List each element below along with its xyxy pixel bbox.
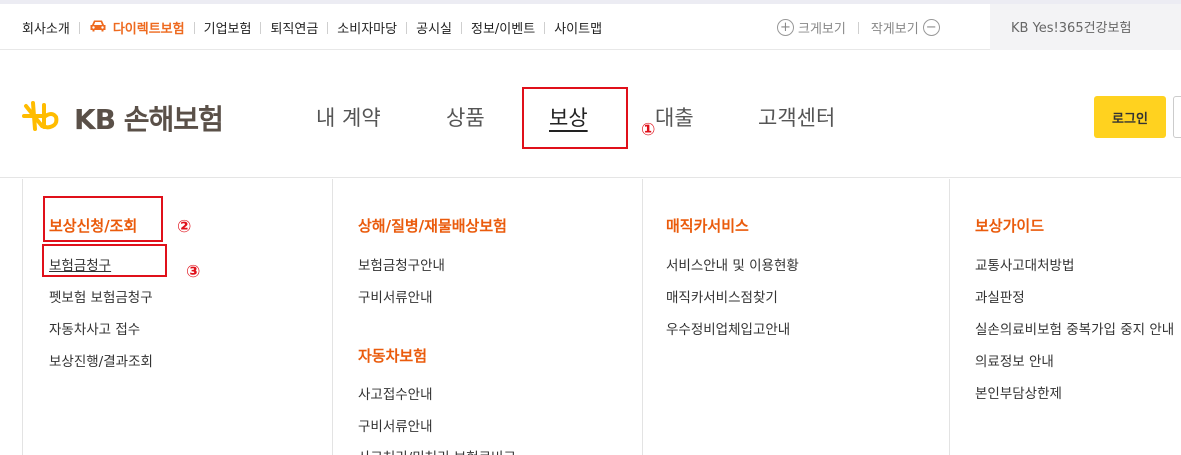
annotation-number-2: ② [177,217,192,237]
link-documents-guide[interactable]: 구비서류안내 [358,286,433,306]
login-button[interactable]: 로그인 [1094,96,1166,138]
util-link-sitemap[interactable]: 사이트맵 [554,18,602,37]
divider [78,21,80,34]
column-divider [332,179,333,455]
mega-col-magiccar: 매직카서비스 서비스안내 및 이용현황 매직카서비스점찾기 우수정비업체입고안내 [642,179,949,455]
annotation-number-1: ① [641,120,656,140]
nav-loan[interactable]: 대출 [655,102,694,132]
mega-col-injury: 상해/질병/재물배상보험 보험금청구안내 구비서류안내 자동차보험 사고접수안내… [332,179,642,455]
util-link-direct[interactable]: 다이렉트보험 [89,18,185,37]
car-icon [89,19,107,36]
zoom-in-icon[interactable]: + [777,19,794,36]
header-side-button[interactable] [1173,96,1181,138]
util-link-events[interactable]: 정보/이벤트 [471,18,535,37]
col2-title-auto[interactable]: 자동차보험 [358,345,427,366]
nav-products[interactable]: 상품 [446,102,485,132]
column-divider [22,179,23,455]
promo-banner[interactable]: KB Yes!365건강보험 [990,4,1181,50]
link-auto-documents[interactable]: 구비서류안내 [358,415,433,435]
util-link-direct-label: 다이렉트보험 [112,22,185,37]
link-traffic-accident[interactable]: 교통사고대처방법 [975,254,1074,274]
link-pet-claim[interactable]: 펫보험 보험금청구 [49,286,153,306]
link-copay-ceiling[interactable]: 본인부담상한제 [975,382,1062,402]
annotation-number-3: ③ [186,262,201,282]
util-link-company[interactable]: 회사소개 [22,18,70,37]
annotation-box-2 [43,196,163,242]
link-accident-guide[interactable]: 사고접수안내 [358,383,433,403]
divider [406,21,408,34]
divider [461,21,462,34]
divider [327,21,329,34]
divider [857,21,859,34]
util-link-consumer[interactable]: 소비자마당 [337,18,397,37]
col4-title[interactable]: 보상가이드 [975,215,1044,236]
link-fault-judgment[interactable]: 과실판정 [975,286,1025,306]
divider [544,21,546,34]
link-medical-info[interactable]: 의료정보 안내 [975,350,1054,370]
zoom-controls: + 크게보기 작게보기 − [777,18,940,37]
link-claim-guide[interactable]: 보험금청구안내 [358,254,445,274]
link-car-accident[interactable]: 자동차사고 접수 [49,318,140,338]
link-repair-shop[interactable]: 우수정비업체입고안내 [666,318,790,338]
link-premium-compare[interactable]: 사고처리/미처리 보험료비교 [358,446,516,455]
top-utility-bar: 회사소개 다이렉트보험 기업보험 퇴직연금 소비자마당 공시실 정보/이벤트 사… [0,0,1181,50]
link-service-info[interactable]: 서비스안내 및 이용현황 [666,254,799,274]
column-divider [642,179,643,455]
divider [193,21,195,34]
nav-my-contract[interactable]: 내 계약 [316,102,381,132]
annotation-box-1 [522,87,628,149]
util-link-disclosure[interactable]: 공시실 [416,18,452,37]
mega-col-guide: 보상가이드 교통사고대처방법 과실판정 실손의료비보험 중복가입 중지 안내 의… [949,179,1181,455]
col3-title[interactable]: 매직카서비스 [666,215,749,236]
annotation-box-3 [42,244,167,277]
utility-nav: 회사소개 다이렉트보험 기업보험 퇴직연금 소비자마당 공시실 정보/이벤트 사… [22,18,602,37]
util-link-pension[interactable]: 퇴직연금 [270,18,318,37]
divider [260,21,262,34]
link-duplicate-insurance[interactable]: 실손의료비보험 중복가입 중지 안내 [975,318,1174,338]
zoom-out-icon[interactable]: − [922,19,940,36]
nav-customer-center[interactable]: 고객센터 [758,102,835,132]
link-claim-status[interactable]: 보상진행/결과조회 [49,350,153,370]
column-divider [949,179,950,455]
col2-title[interactable]: 상해/질병/재물배상보험 [358,215,507,236]
zoom-in-label[interactable]: 크게보기 [798,18,846,37]
link-find-shop[interactable]: 매직카서비스점찾기 [666,286,778,306]
zoom-out-label[interactable]: 작게보기 [871,18,919,37]
util-link-corporate[interactable]: 기업보험 [204,18,252,37]
